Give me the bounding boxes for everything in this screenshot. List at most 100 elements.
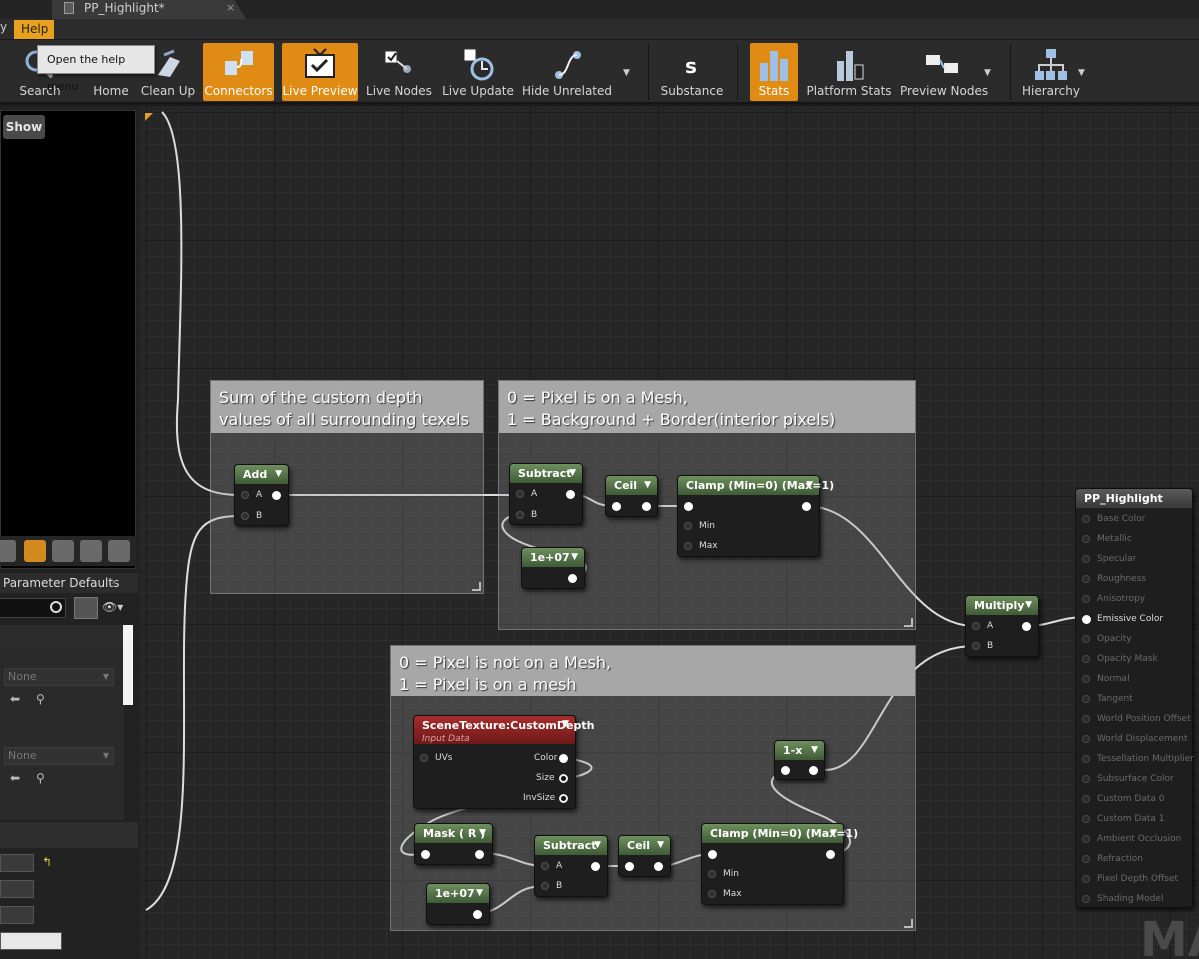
pin-scene-texture-color[interactable]: [559, 754, 568, 763]
menu-item-help[interactable]: Help: [14, 20, 54, 39]
pin-subtract-2-b[interactable]: [541, 882, 549, 890]
usage-select[interactable]: [0, 932, 62, 950]
material-pin-dot[interactable]: [1082, 615, 1091, 624]
pin-clamp-2-min[interactable]: [708, 870, 716, 878]
material-pin-dot[interactable]: [1082, 675, 1090, 683]
pin-one-minus-output[interactable]: [809, 766, 818, 775]
sphere-icon[interactable]: [24, 540, 46, 562]
hide-unrelated-dropdown-icon[interactable]: ▼: [623, 68, 630, 78]
live-preview-button[interactable]: Live Preview: [282, 43, 358, 101]
pin-ceil-2-output[interactable]: [654, 862, 663, 871]
material-pin-dot[interactable]: [1082, 555, 1090, 563]
node-material-result[interactable]: PP_Highlight Base Color Metallic Specular R…: [1075, 488, 1194, 908]
pin-scene-texture-size[interactable]: [559, 774, 568, 783]
material-pin-dot[interactable]: [1082, 755, 1090, 763]
node-multiply[interactable]: Multiply ▼ A B: [965, 595, 1039, 657]
parameter-defaults-tab[interactable]: Parameter Defaults ×: [0, 573, 138, 593]
material-pin-dot[interactable]: [1082, 715, 1090, 723]
node-add[interactable]: Add ▼ A B: [234, 464, 289, 526]
node-constant-2[interactable]: 1e+07 ▼: [426, 883, 490, 925]
plane-icon[interactable]: [52, 540, 74, 562]
platform-stats-button[interactable]: Platform Stats: [806, 43, 892, 101]
arrow-left-icon[interactable]: ⬅: [10, 692, 20, 706]
node-clamp-2[interactable]: Clamp (Min=0) (Max=1) ▼ Min Max: [701, 823, 858, 905]
material-pin-dot[interactable]: [1082, 635, 1090, 643]
connectors-button[interactable]: Connectors: [203, 43, 274, 101]
material-pin-dot[interactable]: [1082, 515, 1090, 523]
chevron-down-icon[interactable]: ▼: [569, 464, 576, 483]
pin-subtract-2-a[interactable]: [541, 862, 549, 870]
pin-multiply-output[interactable]: [1022, 622, 1031, 631]
reset-arrow-icon[interactable]: ↰: [42, 855, 52, 869]
live-update-button[interactable]: Live Update: [442, 43, 514, 101]
node-ceil-2[interactable]: Ceil ▼: [618, 835, 671, 877]
pin-subtract-1-a[interactable]: [516, 490, 524, 498]
menu-item-window[interactable]: y: [0, 20, 7, 34]
domain-select[interactable]: [0, 906, 34, 924]
pin-clamp-1-min[interactable]: [684, 522, 692, 530]
pin-ceil-1-output[interactable]: [642, 502, 651, 511]
arrow-left-icon[interactable]: ⬅: [10, 771, 20, 785]
close-panel-icon[interactable]: ×: [110, 573, 118, 593]
pin-add-a[interactable]: [241, 491, 249, 499]
hierarchy-dropdown-icon[interactable]: ▼: [1078, 68, 1085, 78]
node-subtract-1[interactable]: Subtract ▼ A B: [509, 463, 583, 525]
browse-search-icon[interactable]: ⚲: [36, 692, 45, 706]
node-scene-texture[interactable]: SceneTexture:CustomDepth ▼ Input Data UVs …: [413, 715, 594, 809]
parameter-scrollbar[interactable]: [123, 625, 133, 705]
resize-handle-icon[interactable]: [472, 582, 481, 591]
texture-select-1[interactable]: None ▼: [4, 668, 114, 686]
close-tab-icon[interactable]: ×: [226, 0, 235, 16]
pin-clamp-2-input[interactable]: [708, 850, 717, 859]
node-clamp-1[interactable]: Clamp (Min=0) (Max=1) ▼ Min Max: [677, 475, 834, 557]
cube-icon[interactable]: [80, 540, 102, 562]
pin-add-output[interactable]: [272, 491, 281, 500]
pin-ceil-2-input[interactable]: [625, 862, 634, 871]
pin-scene-texture-uvs[interactable]: [420, 754, 428, 762]
pin-subtract-2-output[interactable]: [591, 862, 600, 871]
pin-constant-2-output[interactable]: [473, 910, 482, 919]
material-pin-dot[interactable]: [1082, 815, 1090, 823]
material-pin-dot[interactable]: [1082, 855, 1090, 863]
pin-multiply-b[interactable]: [972, 642, 980, 650]
material-pin-dot[interactable]: [1082, 595, 1090, 603]
material-pin-dot[interactable]: [1082, 775, 1090, 783]
chevron-down-icon[interactable]: ▼: [806, 476, 813, 495]
material-pin-dot[interactable]: [1082, 695, 1090, 703]
chevron-down-icon[interactable]: ▼: [562, 716, 569, 732]
material-pin-dot[interactable]: [1082, 655, 1090, 663]
pin-ceil-1-input[interactable]: [612, 502, 621, 511]
view-options-grid-icon[interactable]: [74, 597, 98, 619]
pin-multiply-a[interactable]: [972, 622, 980, 630]
node-mask[interactable]: Mask ( R ) ▼: [414, 823, 493, 865]
chevron-down-icon[interactable]: ▼: [644, 476, 651, 495]
cylinder-icon[interactable]: [0, 540, 16, 562]
node-ceil-1[interactable]: Ceil ▼: [605, 475, 658, 517]
preview-viewport[interactable]: [0, 110, 136, 569]
live-nodes-button[interactable]: Live Nodes: [366, 43, 432, 101]
shading-model-select[interactable]: [0, 880, 34, 898]
chevron-down-icon[interactable]: ▼: [275, 465, 282, 484]
pin-subtract-1-b[interactable]: [516, 511, 524, 519]
pin-clamp-1-output[interactable]: [802, 502, 811, 511]
node-constant-1[interactable]: 1e+07 ▼: [521, 547, 585, 589]
substance-button[interactable]: s Substance: [656, 43, 728, 101]
chevron-down-icon[interactable]: ▼: [1025, 596, 1032, 615]
material-pin-dot[interactable]: [1082, 535, 1090, 543]
texture-select-2[interactable]: None ▼: [4, 747, 114, 765]
preview-nodes-dropdown-icon[interactable]: ▼: [984, 68, 991, 78]
pin-clamp-1-max[interactable]: [684, 542, 692, 550]
pin-mask-input[interactable]: [421, 850, 430, 859]
pin-clamp-2-output[interactable]: [826, 850, 835, 859]
material-pin-dot[interactable]: [1082, 835, 1090, 843]
chevron-down-icon[interactable]: ▼: [594, 836, 601, 855]
hierarchy-button[interactable]: Hierarchy: [1020, 43, 1082, 101]
material-pin-dot[interactable]: [1082, 875, 1090, 883]
node-one-minus[interactable]: 1-x ▼: [774, 740, 825, 780]
pin-one-minus-input[interactable]: [781, 766, 790, 775]
material-pin-dot[interactable]: [1082, 575, 1090, 583]
pin-add-b[interactable]: [241, 512, 249, 520]
parameter-search-input[interactable]: [0, 598, 66, 618]
pin-constant-1-output[interactable]: [568, 574, 577, 583]
browse-search-icon[interactable]: ⚲: [36, 771, 45, 785]
